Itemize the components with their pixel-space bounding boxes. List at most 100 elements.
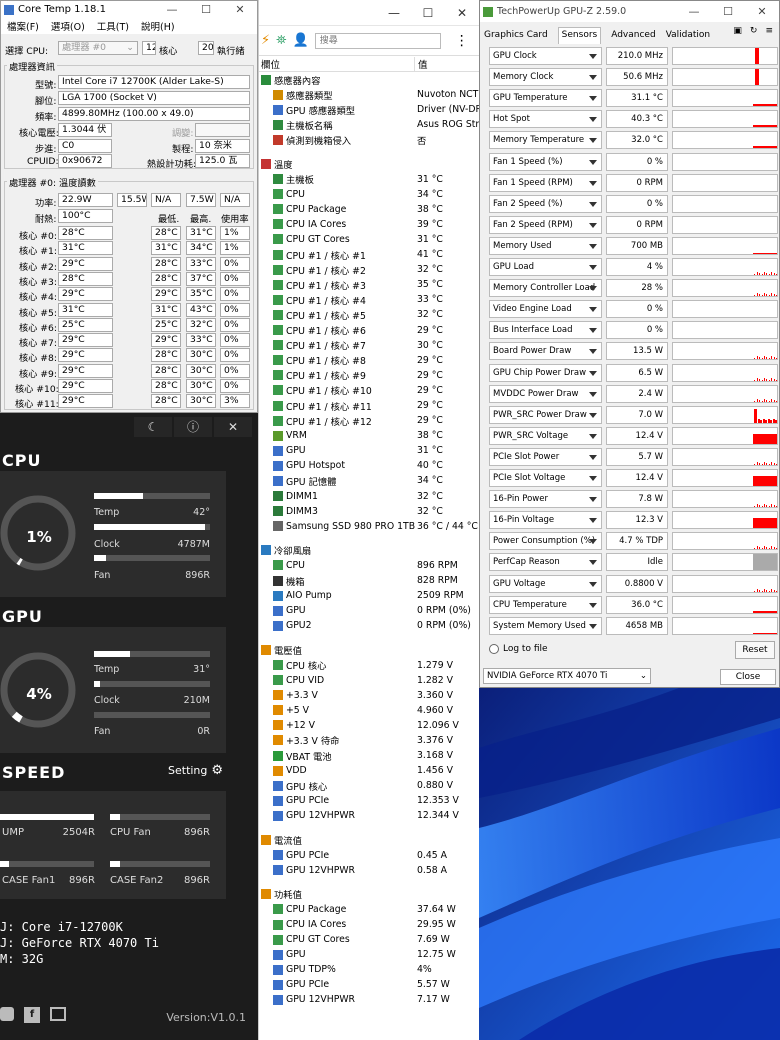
sensor-row[interactable]: GPU 31 °C — [259, 443, 479, 458]
sensor-row[interactable]: CPU Package 37.64 W — [259, 902, 479, 917]
sensor-row[interactable]: CPU #1 / 核心 #11 29 °C — [259, 398, 479, 413]
column-field[interactable]: 欄位 — [259, 56, 415, 71]
sensor-row[interactable]: +3.3 V 待命 3.376 V — [259, 733, 479, 748]
sensor-row[interactable]: CPU #1 / 核心 #10 29 °C — [259, 383, 479, 398]
sensor-row[interactable]: GPU 12VHPWR 0.58 A — [259, 863, 479, 878]
sensor-row[interactable]: CPU IA Cores 29.95 W — [259, 917, 479, 932]
sensor-row[interactable]: GPU PCIe 5.57 W — [259, 977, 479, 992]
sensor-row[interactable]: GPU2 0 RPM (0%) — [259, 618, 479, 633]
sensor-row[interactable]: 感應器類型 Nuvoton NCT6 — [259, 87, 479, 102]
sensor-row[interactable]: Samsung SSD 980 PRO 1TB 36 °C / 44 °C — [259, 519, 479, 534]
sensor-group-row[interactable]: 冷卻風扇 — [259, 543, 479, 558]
sensor-name-dropdown[interactable]: Bus Interface Load — [489, 321, 602, 340]
sensor-name-dropdown[interactable]: PCIe Slot Power — [489, 447, 602, 466]
sensor-name-dropdown[interactable]: MVDDC Power Draw — [489, 384, 602, 403]
sensor-name-dropdown[interactable]: 16-Pin Power — [489, 490, 602, 509]
sensor-row[interactable]: VDD 1.456 V — [259, 763, 479, 778]
moon-icon[interactable]: ☾ — [134, 417, 172, 437]
user-icon[interactable]: 👤 — [293, 33, 309, 48]
sensor-name-dropdown[interactable]: GPU Load — [489, 258, 602, 276]
menu-help[interactable]: 說明(H) — [141, 19, 175, 33]
sensor-row[interactable]: GPU 12VHPWR 12.344 V — [259, 808, 479, 823]
sensor-name-dropdown[interactable]: System Memory Used — [489, 616, 602, 635]
sensor-row[interactable]: GPU 12VHPWR 7.17 W — [259, 992, 479, 1007]
more-menu-icon[interactable]: ⋮ — [455, 33, 469, 49]
close-icon[interactable]: ✕ — [445, 6, 479, 20]
close-icon[interactable]: ✕ — [745, 5, 779, 18]
sensor-row[interactable]: +12 V 12.096 V — [259, 718, 479, 733]
menu-icon[interactable]: ≡ — [765, 26, 773, 40]
sensor-row[interactable]: CPU #1 / 核心 #8 29 °C — [259, 353, 479, 368]
sensor-name-dropdown[interactable]: Memory Clock — [489, 68, 602, 87]
sensor-row[interactable]: 機箱 828 RPM — [259, 573, 479, 588]
minimize-icon[interactable]: — — [377, 6, 411, 20]
info-icon[interactable]: ⓘ — [174, 417, 212, 437]
sensor-row[interactable]: GPU 記憶體 34 °C — [259, 473, 479, 488]
sensor-row[interactable]: CPU #1 / 核心 #9 29 °C — [259, 368, 479, 383]
tab-advanced[interactable]: Advanced — [611, 30, 655, 44]
sensor-name-dropdown[interactable]: Fan 2 Speed (%) — [489, 194, 602, 213]
tab-validation[interactable]: Validation — [666, 30, 710, 44]
sensor-name-dropdown[interactable]: Board Power Draw — [489, 342, 602, 361]
sensor-name-dropdown[interactable]: 16-Pin Voltage — [489, 511, 602, 530]
sensor-name-dropdown[interactable]: CPU Temperature — [489, 595, 602, 614]
sensor-row[interactable]: GPU Hotspot 40 °C — [259, 458, 479, 473]
sensor-name-dropdown[interactable]: Fan 1 Speed (RPM) — [489, 173, 602, 192]
sensor-name-dropdown[interactable]: Fan 1 Speed (%) — [489, 152, 602, 171]
sensor-row[interactable]: 主機板名稱 Asus ROG Strix — [259, 117, 479, 132]
sensor-row[interactable]: CPU GT Cores 7.69 W — [259, 932, 479, 947]
sensor-group-row[interactable]: 功耗值 — [259, 887, 479, 902]
sensor-name-dropdown[interactable]: Memory Used — [489, 236, 602, 255]
column-value[interactable]: 值 — [415, 57, 428, 71]
sensor-row[interactable]: CPU 34 °C — [259, 187, 479, 202]
network-icon[interactable]: ⛯ — [276, 33, 286, 48]
sensor-name-dropdown[interactable]: GPU Voltage — [489, 574, 602, 593]
sensor-row[interactable]: CPU #1 / 核心 #1 41 °C — [259, 247, 479, 262]
menu-file[interactable]: 檔案(F) — [7, 19, 39, 33]
sensor-row[interactable]: GPU PCIe 0.45 A — [259, 848, 479, 863]
sensor-row[interactable]: CPU #1 / 核心 #7 30 °C — [259, 338, 479, 353]
sensor-row[interactable]: GPU 核心 0.880 V — [259, 778, 479, 793]
tab-sensors[interactable]: Sensors — [557, 27, 602, 44]
close-button[interactable]: Close — [720, 669, 776, 685]
mail-icon[interactable] — [50, 1007, 66, 1021]
sensor-name-dropdown[interactable]: PWR_SRC Voltage — [489, 426, 602, 445]
sensor-row[interactable]: CPU #1 / 核心 #4 33 °C — [259, 292, 479, 307]
setting-button[interactable]: Setting ⚙ — [168, 763, 223, 778]
sensor-name-dropdown[interactable]: Video Engine Load — [489, 300, 602, 319]
sensor-name-dropdown[interactable]: Memory Controller Load — [489, 279, 602, 298]
sensor-name-dropdown[interactable]: GPU Clock — [489, 47, 602, 65]
menu-tools[interactable]: 工具(T) — [97, 19, 129, 33]
sensor-row[interactable]: GPU TDP% 4% — [259, 962, 479, 977]
sensor-row[interactable]: CPU 896 RPM — [259, 558, 479, 573]
log-checkbox[interactable] — [489, 644, 499, 654]
sensor-row[interactable]: GPU PCIe 12.353 V — [259, 793, 479, 808]
camera-icon[interactable]: ▣ — [733, 26, 742, 40]
sensor-group-row[interactable]: 電壓值 — [259, 642, 479, 657]
sensor-row[interactable]: +5 V 4.960 V — [259, 703, 479, 718]
sensor-group-row[interactable]: 電流值 — [259, 833, 479, 848]
sensor-group-row[interactable]: 溫度 — [259, 156, 479, 171]
maximize-icon[interactable]: ☐ — [711, 5, 745, 18]
minimize-icon[interactable]: — — [677, 5, 711, 18]
maximize-icon[interactable]: ☐ — [411, 6, 445, 20]
maximize-icon[interactable]: ☐ — [189, 3, 223, 16]
sensor-row[interactable]: GPU 0 RPM (0%) — [259, 603, 479, 618]
sensor-name-dropdown[interactable]: PWR_SRC Power Draw — [489, 405, 602, 424]
refresh-icon[interactable]: ↻ — [750, 26, 758, 40]
minimize-icon[interactable]: — — [155, 3, 189, 16]
sensor-row[interactable]: CPU #1 / 核心 #2 32 °C — [259, 262, 479, 277]
sensor-row[interactable]: VRM 38 °C — [259, 428, 479, 443]
sensor-row[interactable]: GPU 12.75 W — [259, 947, 479, 962]
tab-graphics-card[interactable]: Graphics Card — [484, 30, 548, 44]
lightning-icon[interactable]: ⚡ — [261, 33, 270, 48]
sensor-name-dropdown[interactable]: Power Consumption (%) — [489, 532, 602, 551]
menu-options[interactable]: 選項(O) — [51, 19, 85, 33]
facebook-icon[interactable]: f — [24, 1007, 40, 1023]
cpu-select[interactable]: 處理器 #0 ⌄ — [58, 41, 138, 55]
sensor-name-dropdown[interactable]: Hot Spot — [489, 110, 602, 129]
sensor-row[interactable]: CPU #1 / 核心 #5 32 °C — [259, 307, 479, 322]
sensor-row[interactable]: CPU Package 38 °C — [259, 202, 479, 217]
reset-button[interactable]: Reset — [735, 641, 775, 659]
sensor-group-row[interactable]: 感應器內容 — [259, 72, 479, 87]
